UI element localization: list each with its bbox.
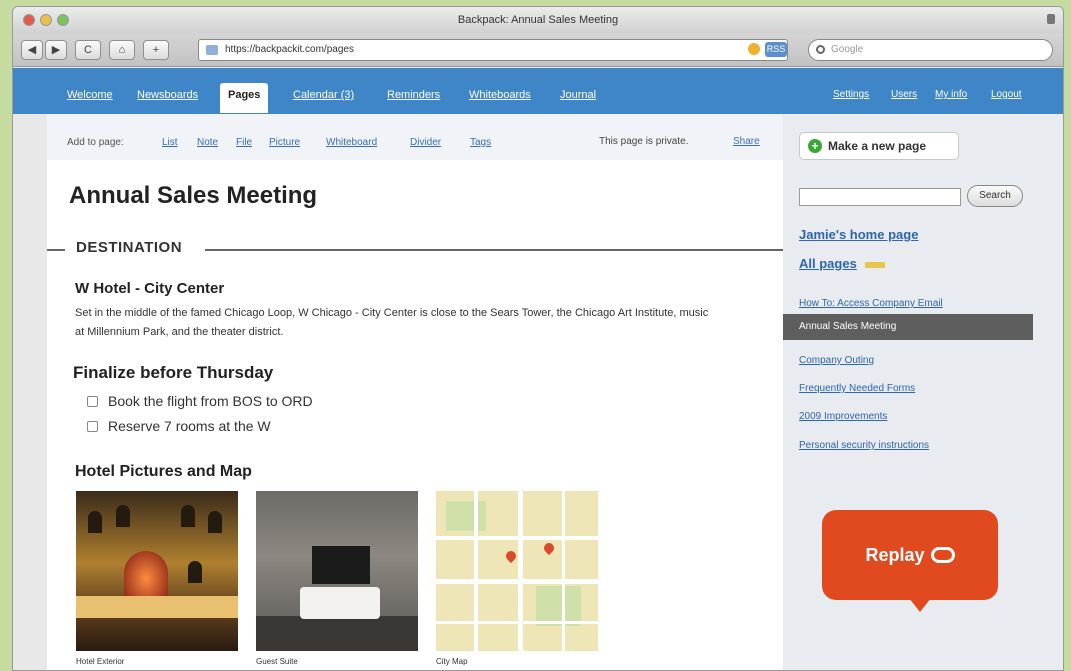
browser-toolbar: ◀ ▶ C ⌂ + https://backpackit.com/pages R… [13, 33, 1063, 67]
list-title[interactable]: Finalize before Thursday [73, 363, 273, 383]
minimize-window-button[interactable] [40, 14, 52, 26]
sidebar-current-page[interactable]: Annual Sales Meeting [783, 314, 1033, 340]
settings-link[interactable]: Settings [833, 89, 869, 100]
add-file-link[interactable]: File [236, 137, 252, 148]
address-bar[interactable]: https://backpackit.com/pages [198, 39, 788, 61]
replay-callout-tail [909, 598, 931, 612]
forward-button[interactable]: ▶ [45, 40, 67, 60]
privacy-status: This page is private. [599, 136, 689, 147]
new-badge [864, 261, 885, 268]
page-content: Add to page: List Note File Picture Whit… [47, 114, 783, 670]
rss-badge[interactable]: RSS [765, 42, 787, 57]
replay-icon [930, 546, 955, 563]
list-item-label: Book the flight from BOS to ORD [108, 393, 313, 409]
image-caption: Hotel Exterior [76, 657, 125, 666]
sidebar-page-link[interactable]: Company Outing [799, 355, 874, 366]
site-icon [206, 45, 218, 55]
window-title: Backpack: Annual Sales Meeting [457, 14, 619, 26]
note-title[interactable]: W Hotel - City Center [75, 280, 224, 297]
tab-journal[interactable]: Journal [560, 89, 596, 101]
sidebar-search-input[interactable] [799, 188, 961, 206]
search-button[interactable]: Search [967, 185, 1023, 207]
add-tags-link[interactable]: Tags [470, 137, 491, 148]
city-map-image[interactable] [436, 491, 598, 651]
add-bookmark-button[interactable]: + [143, 40, 169, 60]
all-pages-row: All pages [799, 256, 885, 271]
replay-button[interactable]: Replay [822, 510, 998, 600]
add-to-page-bar: Add to page: List Note File Picture Whit… [47, 114, 783, 160]
add-to-page-label: Add to page: [67, 137, 124, 148]
reload-button[interactable]: C [75, 40, 101, 60]
window-controls [23, 14, 69, 26]
tab-whiteboards[interactable]: Whiteboards [469, 89, 531, 101]
add-note-link[interactable]: Note [197, 137, 218, 148]
home-button[interactable]: ⌂ [109, 40, 135, 60]
make-new-page-button[interactable]: + Make a new page [799, 132, 959, 160]
tab-pages[interactable]: Pages [220, 83, 269, 113]
zoom-window-button[interactable] [57, 14, 69, 26]
all-pages-link[interactable]: All pages [799, 256, 857, 271]
section-divider-right [205, 249, 783, 251]
tab-welcome[interactable]: Welcome [67, 89, 113, 101]
logout-link[interactable]: Logout [991, 89, 1022, 100]
list-item: Book the flight from BOS to ORD [87, 393, 313, 409]
section-divider-left [47, 249, 65, 251]
add-whiteboard-link[interactable]: Whiteboard [326, 137, 377, 148]
tab-newsboards[interactable]: Newsboards [137, 89, 198, 101]
plus-icon: + [808, 139, 822, 153]
title-bar: Backpack: Annual Sales Meeting [13, 7, 1063, 33]
todo-checkbox[interactable] [87, 420, 98, 432]
google-search-field[interactable]: Google [808, 39, 1053, 61]
replay-label: Replay [865, 545, 925, 565]
lock-icon [1047, 14, 1055, 24]
address-url: https://backpackit.com/pages [225, 44, 354, 55]
app-nav-bar: Welcome Newsboards Pages Calendar (3) Re… [13, 68, 1063, 114]
sidebar-page-link[interactable]: Frequently Needed Forms [799, 383, 915, 394]
sidebar-page-link[interactable]: 2009 Improvements [799, 411, 887, 422]
sidebar-page-link[interactable]: Personal security instructions [799, 440, 929, 451]
hotel-exterior-image[interactable] [76, 491, 238, 651]
back-button[interactable]: ◀ [21, 40, 43, 60]
users-link[interactable]: Users [891, 89, 917, 100]
tab-reminders[interactable]: Reminders [387, 89, 440, 101]
my-info-link[interactable]: My info [935, 89, 967, 100]
add-divider-link[interactable]: Divider [410, 137, 441, 148]
search-icon [816, 45, 825, 54]
image-caption: Guest Suite [256, 657, 298, 666]
add-list-link[interactable]: List [162, 137, 178, 148]
share-link[interactable]: Share [733, 136, 760, 147]
close-window-button[interactable] [23, 14, 35, 26]
home-page-link[interactable]: Jamie's home page [799, 227, 918, 242]
section-divider-label[interactable]: DESTINATION [76, 239, 182, 256]
snapback-icon[interactable] [748, 43, 760, 55]
list-item-label: Reserve 7 rooms at the W [108, 418, 271, 434]
gallery-title[interactable]: Hotel Pictures and Map [75, 463, 252, 481]
sidebar-page-link[interactable]: How To: Access Company Email [799, 298, 943, 309]
tab-calendar[interactable]: Calendar (3) [293, 89, 354, 101]
google-search-placeholder: Google [831, 44, 864, 55]
add-picture-link[interactable]: Picture [269, 137, 300, 148]
note-body[interactable]: Set in the middle of the famed Chicago L… [75, 304, 715, 342]
guest-suite-image[interactable] [256, 491, 418, 651]
todo-checkbox[interactable] [87, 395, 98, 407]
make-new-page-label: Make a new page [828, 139, 927, 153]
list-item: Reserve 7 rooms at the W [87, 418, 271, 434]
image-caption: City Map [436, 657, 468, 666]
page-title[interactable]: Annual Sales Meeting [69, 182, 317, 210]
